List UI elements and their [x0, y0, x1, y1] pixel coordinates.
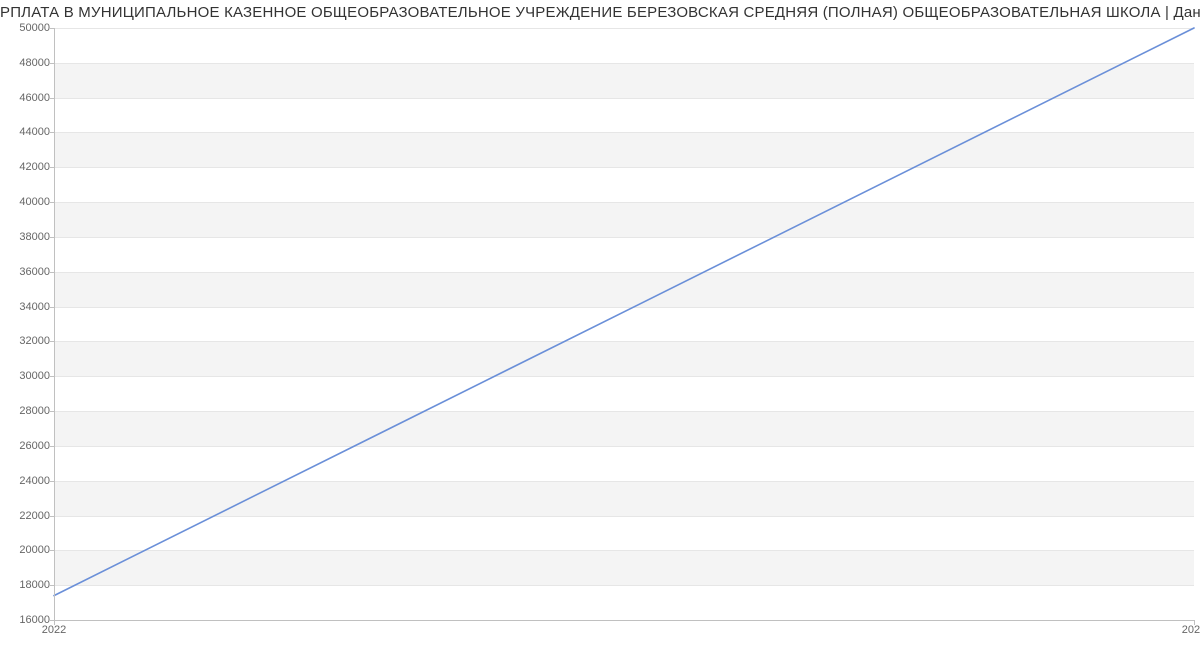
x-tick-label: 2025 — [1182, 624, 1200, 636]
y-tick-label: 26000 — [6, 440, 50, 452]
x-tick-label: 2022 — [42, 624, 66, 636]
chart-title: РПЛАТА В МУНИЦИПАЛЬНОЕ КАЗЕННОЕ ОБЩЕОБРА… — [0, 4, 1200, 21]
y-tick-label: 28000 — [6, 405, 50, 417]
y-tick-label: 32000 — [6, 335, 50, 347]
y-tick-label: 46000 — [6, 92, 50, 104]
y-axis — [54, 28, 55, 620]
y-tick-label: 34000 — [6, 301, 50, 313]
y-tick-label: 20000 — [6, 544, 50, 556]
y-tick-label: 24000 — [6, 475, 50, 487]
x-tick-mark — [1194, 620, 1195, 625]
y-tick-label: 36000 — [6, 266, 50, 278]
y-tick-label: 38000 — [6, 231, 50, 243]
y-tick-label: 18000 — [6, 579, 50, 591]
y-tick-label: 44000 — [6, 126, 50, 138]
y-tick-label: 22000 — [6, 510, 50, 522]
y-tick-label: 40000 — [6, 196, 50, 208]
line-series — [54, 28, 1194, 620]
x-axis — [54, 620, 1194, 621]
chart-container: РПЛАТА В МУНИЦИПАЛЬНОЕ КАЗЕННОЕ ОБЩЕОБРА… — [0, 0, 1200, 650]
x-tick-mark — [54, 620, 55, 625]
y-tick-label: 30000 — [6, 370, 50, 382]
plot-area — [54, 28, 1194, 620]
y-tick-label: 50000 — [6, 22, 50, 34]
y-tick-label: 48000 — [6, 57, 50, 69]
y-tick-label: 42000 — [6, 161, 50, 173]
